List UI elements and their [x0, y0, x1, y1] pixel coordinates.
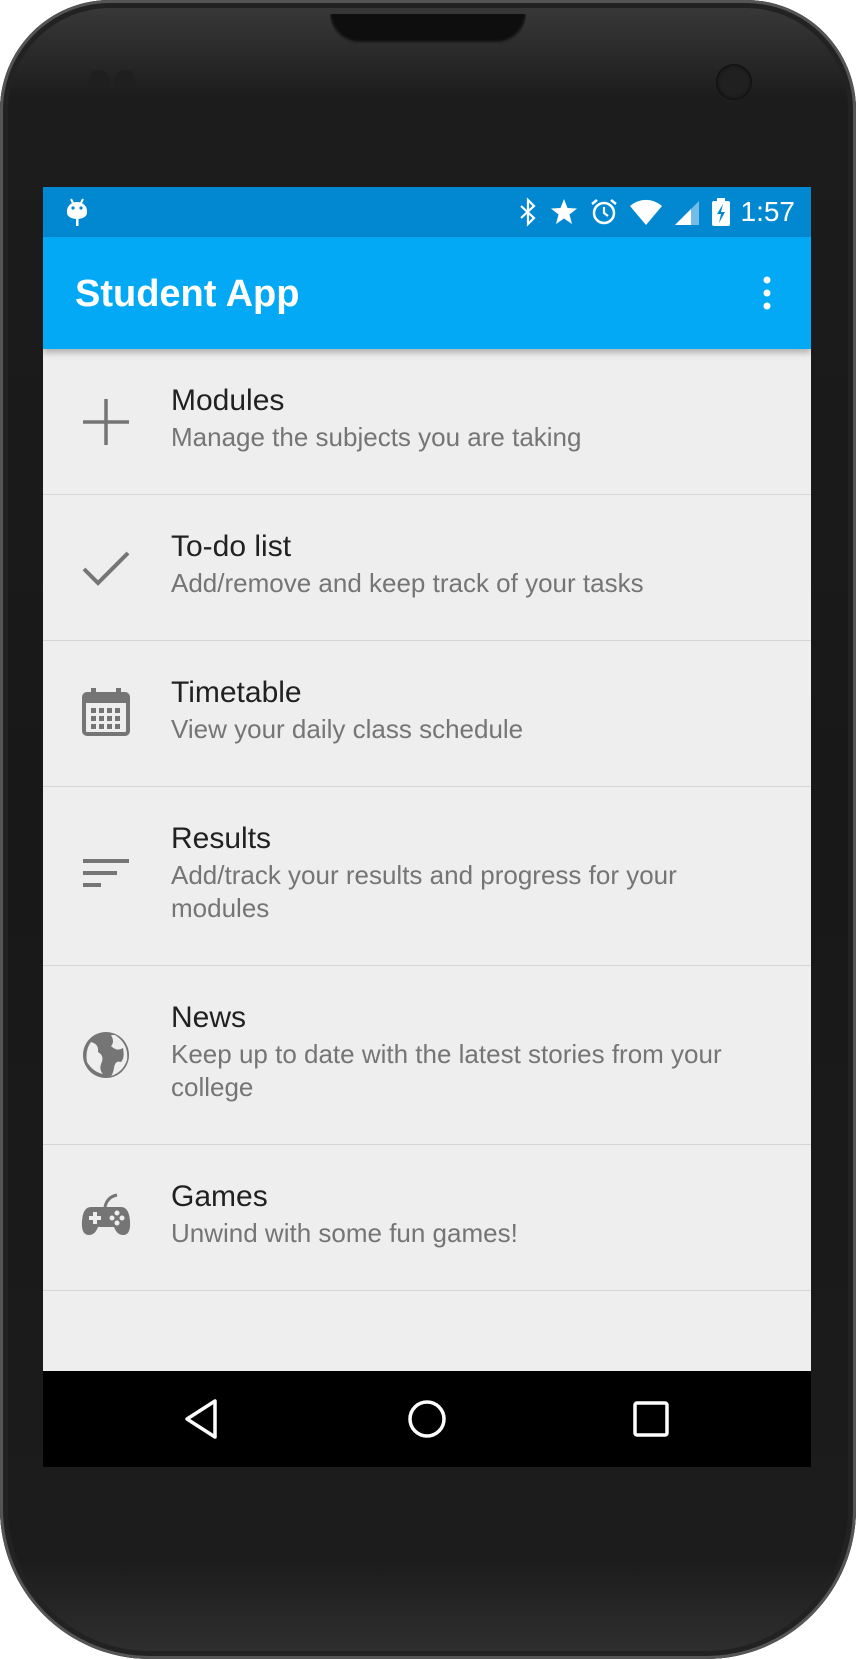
- light-sensor: [114, 70, 136, 92]
- wifi-icon: [629, 199, 662, 225]
- menu-item-title: Modules: [171, 384, 285, 417]
- back-icon[interactable]: [181, 1397, 225, 1441]
- android-debug-icon: [67, 198, 87, 226]
- menu-item-subtitle: View your daily class schedule: [171, 714, 524, 744]
- menu-item-title: To-do list: [171, 530, 292, 563]
- star-icon: [550, 199, 577, 224]
- menu-item-title: Games: [171, 1180, 268, 1213]
- menu-item-modules[interactable]: Modules Manage the subjects you are taki…: [43, 349, 811, 495]
- menu-item-games[interactable]: Games Unwind with some fun games!: [43, 1145, 811, 1291]
- status-bar: 1:57: [43, 187, 811, 237]
- calendar-icon: [82, 688, 130, 736]
- app-title: Student App: [75, 273, 300, 315]
- menu-item-subtitle: Unwind with some fun games!: [171, 1218, 518, 1248]
- signal-icon: [674, 201, 699, 225]
- recents-icon[interactable]: [629, 1397, 673, 1441]
- menu-item-subtitle: Add/remove and keep track of your tasks: [171, 568, 644, 598]
- bluetooth-icon: [519, 197, 536, 227]
- menu-item-news[interactable]: News Keep up to date with the latest sto…: [43, 966, 811, 1145]
- sort-lines-icon: [83, 859, 129, 887]
- earpiece-speaker: [330, 14, 526, 44]
- menu-item-results[interactable]: Results Add/track your results and progr…: [43, 787, 811, 966]
- globe-icon: [83, 1032, 129, 1078]
- gamepad-icon: [81, 1193, 131, 1235]
- app-bar: Student App: [43, 237, 811, 349]
- front-camera: [716, 64, 752, 100]
- menu-item-subtitle: Add/track your results and progress for …: [171, 860, 677, 923]
- menu-item-title: Timetable: [171, 676, 302, 709]
- home-icon[interactable]: [405, 1397, 449, 1441]
- navigation-bar: [43, 1371, 811, 1467]
- menu-item-todo[interactable]: To-do list Add/remove and keep track of …: [43, 495, 811, 641]
- menu-item-subtitle: Keep up to date with the latest stories …: [171, 1039, 722, 1102]
- check-icon: [82, 551, 130, 586]
- menu-item-title: Results: [171, 822, 272, 855]
- proximity-sensor: [88, 70, 110, 92]
- menu-list: Modules Manage the subjects you are taki…: [43, 349, 811, 1291]
- overflow-menu-icon[interactable]: [755, 275, 779, 311]
- alarm-icon: [590, 199, 617, 225]
- menu-item-subtitle: Manage the subjects you are taking: [171, 422, 582, 452]
- plus-icon: [83, 399, 129, 445]
- menu-item-title: News: [171, 1001, 247, 1034]
- menu-item-timetable[interactable]: Timetable View your daily class schedule: [43, 641, 811, 787]
- screen: 1:57 Student App Modules Manage the subj…: [43, 187, 811, 1467]
- status-time: 1:57: [740, 196, 796, 227]
- battery-charging-icon: [711, 198, 730, 226]
